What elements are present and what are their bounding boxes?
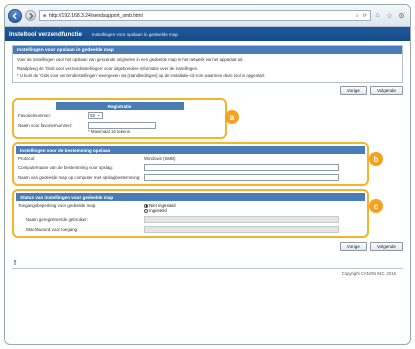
address-url: http://192.168.3.24/sendsupport_smb.html [49,12,143,19]
max-characters-hint: * Maximaal 16 tekens [88,128,130,134]
computer-name-input[interactable] [144,163,339,171]
chevron-down-icon: ⌄ [96,112,101,118]
app-title: Insteltool verzendfunctie [9,30,82,38]
shared-folder-label: Naam van gedeelde map op computer met op… [18,174,141,180]
access-section: Status van instellingen voor gedeelde ma… [12,189,383,239]
radio-set-label: Ingesteld [149,207,167,213]
favorite-name-label: Naam voor favorietnummer: [18,122,73,128]
forward-button[interactable] [25,10,36,21]
bottom-button-row: Vorige Volgende [12,241,403,254]
back-to-top-icon[interactable]: ⇑ [5,258,410,268]
back-arrow-icon [12,12,17,19]
forward-arrow-icon [28,12,33,19]
favorite-name-input[interactable] [88,121,156,129]
destination-section: Instellingen voor de bestemming opslaan … [12,142,383,187]
star-icon[interactable]: ☆ [386,12,393,20]
top-button-row: Vorige Volgende [12,83,403,98]
home-icon[interactable]: ⌂ [374,12,381,19]
intro-line-3: * U kunt de 'Gids voor verzendinstelling… [17,72,266,78]
browser-window: ■ http://192.168.3.24/sendsupport_smb.ht… [4,4,411,345]
browser-toolbar: ■ http://192.168.3.24/sendsupport_smb.ht… [5,5,410,27]
previous-button-bottom[interactable]: Vorige [339,242,367,252]
callout-badge-b: b [369,152,383,167]
access-restriction-label: Toegangsbeperking voor gedeelde map: [18,202,97,208]
registration-section: Registratie Favorietnummer: 02 ⌄ Naam vo… [12,98,239,140]
radio-set[interactable]: Ingesteld [144,208,176,213]
radio-icon [144,203,148,208]
access-title: Status van instellingen voor gedeelde ma… [16,193,365,202]
app-header: Insteltool verzendfunctie Instellingen v… [5,27,410,41]
protocol-label: Protocol: [18,155,36,161]
computer-name-label: Computernaam van de bestemming voor opsl… [18,164,113,170]
username-label: Naam geregistreerde gebruiker: [26,216,88,222]
callout-badge-a: a [225,110,239,125]
next-button-bottom[interactable]: Volgende [369,242,403,252]
back-button[interactable] [8,8,22,23]
shared-folder-input[interactable] [144,173,339,181]
registration-title: Registratie [55,102,184,111]
gear-icon[interactable]: ⚙ [398,12,405,20]
favorite-number-value: 02 [90,112,95,118]
copyright: Copyright CANON INC. 2015 [12,268,403,278]
intro-panel: Instellingen voor opslaan in gedeelde ma… [12,45,403,84]
favorite-number-label: Favorietnummer: [18,112,52,118]
next-button[interactable]: Volgende [369,86,403,96]
search-icon[interactable]: ⌕ [356,13,359,19]
password-input[interactable] [144,225,339,233]
username-input[interactable] [144,215,339,223]
refresh-icon[interactable]: ⟳ [363,13,367,19]
address-bar[interactable]: ■ http://192.168.3.24/sendsupport_smb.ht… [39,10,371,21]
callout-badge-c: c [369,199,383,214]
radio-icon [144,208,148,213]
password-label: Wachtwoord voor toegang: [26,226,79,232]
previous-button[interactable]: Vorige [339,86,367,96]
protocol-value: Windows (SMB) [144,155,176,161]
intro-title: Instellingen voor opslaan in gedeelde ma… [13,46,402,54]
favorite-number-select[interactable]: 02 ⌄ [88,111,103,119]
page-icon: ■ [43,12,47,19]
page-title: Instellingen voor opslaan in gedeelde ma… [91,31,178,37]
destination-title: Instellingen voor de bestemming opslaan [16,146,365,155]
